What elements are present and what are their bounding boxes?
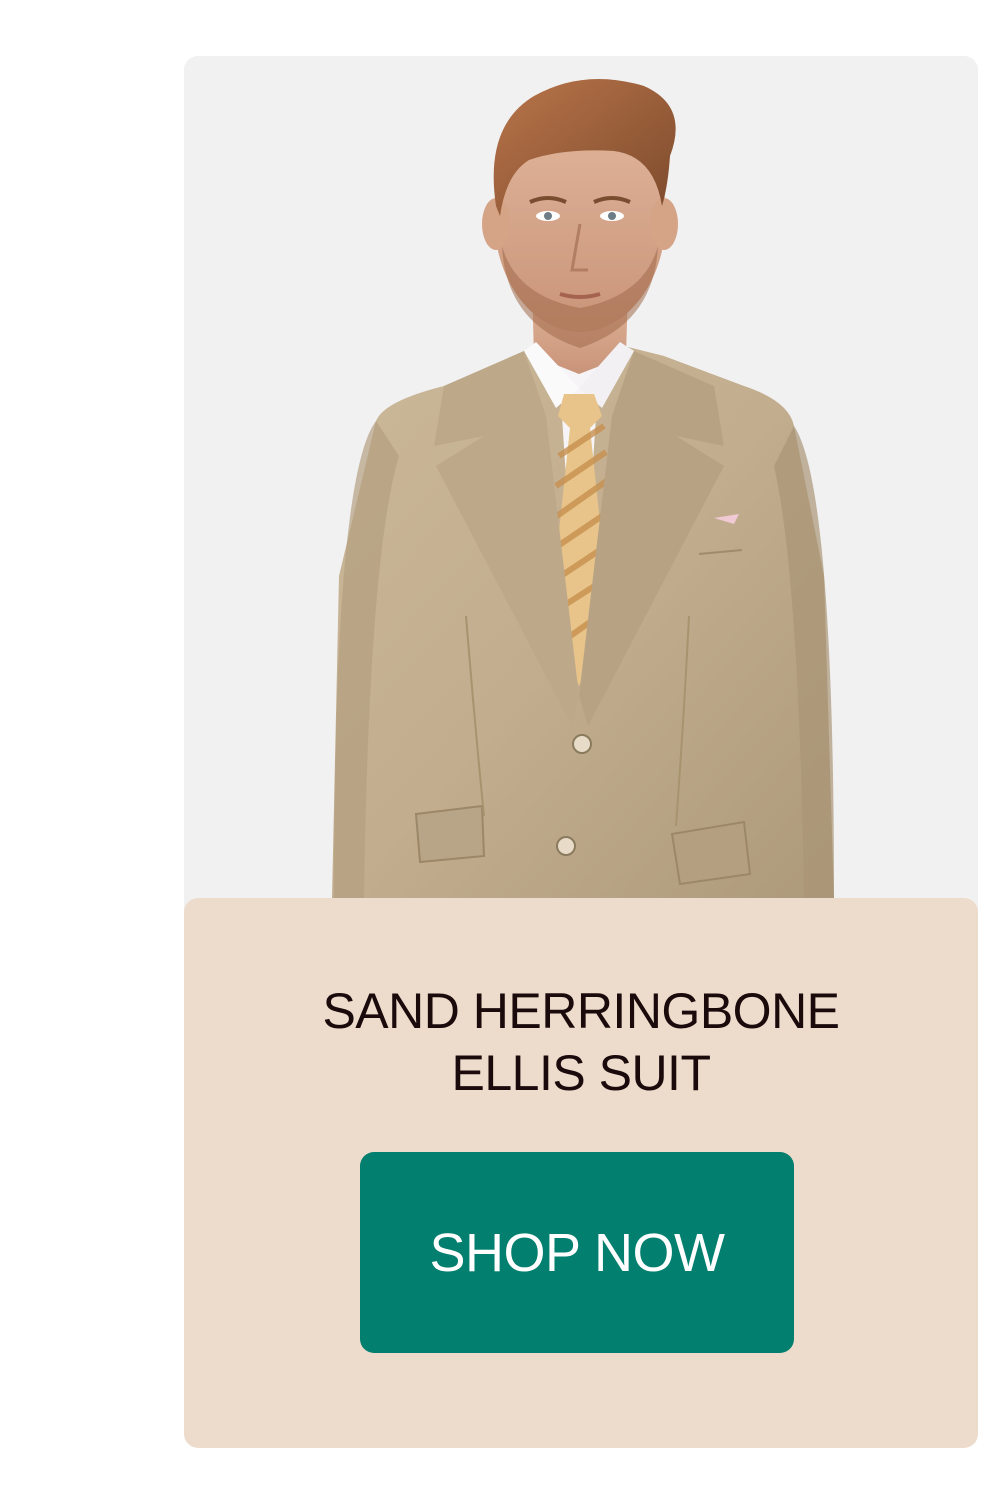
product-title[interactable]: SAND HERRINGBONE ELLIS SUIT [244, 980, 918, 1104]
suit-model-illustration [332, 78, 834, 898]
product-title-line-2[interactable]: ELLIS SUIT [244, 1042, 918, 1104]
shop-now-button[interactable]: SHOP NOW [360, 1152, 794, 1353]
product-card: SAND HERRINGBONE ELLIS SUIT SHOP NOW [184, 56, 978, 1448]
product-image[interactable] [184, 56, 978, 898]
product-title-line-1[interactable]: SAND HERRINGBONE [244, 980, 918, 1042]
product-info-panel: SAND HERRINGBONE ELLIS SUIT SHOP NOW [184, 898, 978, 1448]
